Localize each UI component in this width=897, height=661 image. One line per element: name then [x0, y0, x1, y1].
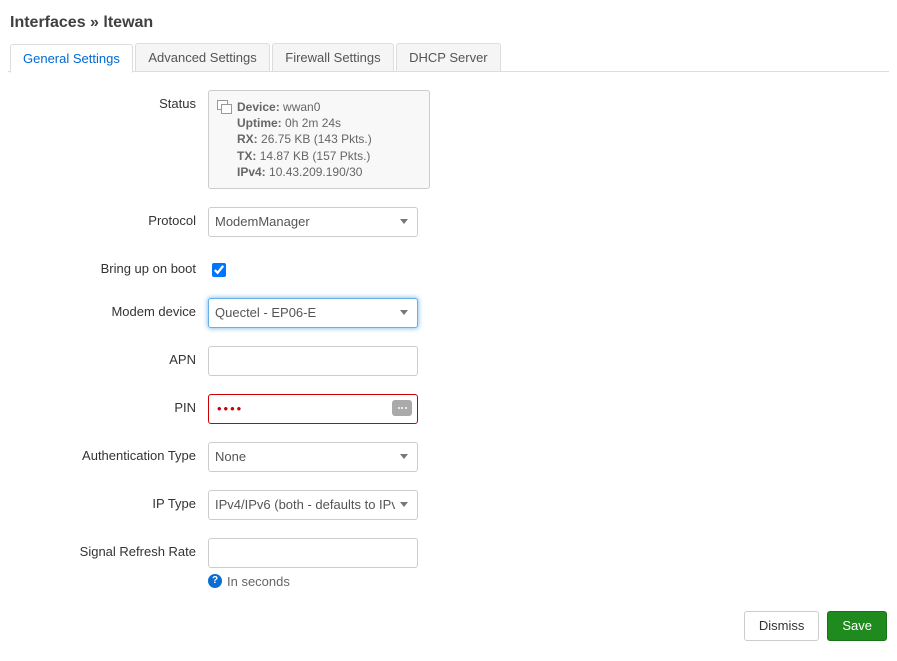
- label-ip-type: IP Type: [8, 490, 208, 511]
- ip-type-select[interactable]: IPv4/IPv6 (both - defaults to IPv4): [208, 490, 418, 520]
- tab-firewall-settings[interactable]: Firewall Settings: [272, 43, 393, 71]
- status-device-label: Device:: [237, 100, 280, 114]
- modem-device-select[interactable]: Quectel - EP06-E: [208, 298, 418, 328]
- page-title: Interfaces » ltewan: [10, 14, 889, 32]
- status-box: Device: wwan0 Uptime: 0h 2m 24s RX: 26.7…: [208, 90, 430, 189]
- label-status: Status: [8, 90, 208, 111]
- status-rx-label: RX:: [237, 132, 258, 146]
- label-pin: PIN: [8, 394, 208, 415]
- status-rx-value: 26.75 KB (143 Pkts.): [261, 132, 372, 146]
- info-icon: ?: [208, 574, 222, 588]
- breadcrumb-sep: »: [86, 14, 104, 31]
- label-auth-type: Authentication Type: [8, 442, 208, 463]
- status-ipv4-label: IPv4:: [237, 165, 266, 179]
- label-modem-device: Modem device: [8, 298, 208, 319]
- tab-dhcp-server[interactable]: DHCP Server: [396, 43, 501, 71]
- pin-input[interactable]: [208, 394, 418, 424]
- status-tx-value: 14.87 KB (157 Pkts.): [260, 149, 371, 163]
- status-uptime-label: Uptime:: [237, 116, 282, 130]
- tabs-bar: General Settings Advanced Settings Firew…: [8, 42, 889, 72]
- protocol-select[interactable]: ModemManager: [208, 207, 418, 237]
- label-apn: APN: [8, 346, 208, 367]
- apn-input[interactable]: [208, 346, 418, 376]
- bring-up-checkbox[interactable]: [212, 263, 226, 277]
- signal-refresh-hint: ? In seconds: [208, 574, 628, 589]
- label-signal-refresh: Signal Refresh Rate: [8, 538, 208, 559]
- save-button[interactable]: Save: [827, 611, 887, 641]
- tab-general-settings[interactable]: General Settings: [10, 44, 133, 73]
- dismiss-button[interactable]: Dismiss: [744, 611, 820, 641]
- label-bring-up: Bring up on boot: [8, 255, 208, 276]
- status-ipv4-value: 10.43.209.190/30: [269, 165, 362, 179]
- auth-type-select[interactable]: None: [208, 442, 418, 472]
- breadcrumb-section: Interfaces: [10, 14, 86, 31]
- signal-refresh-hint-text: In seconds: [227, 574, 290, 589]
- status-device-value: wwan0: [283, 100, 320, 114]
- status-uptime-value: 0h 2m 24s: [285, 116, 341, 130]
- signal-refresh-input[interactable]: [208, 538, 418, 568]
- status-tx-label: TX:: [237, 149, 256, 163]
- network-device-icon: [217, 100, 231, 114]
- reveal-password-icon[interactable]: [392, 400, 412, 416]
- breadcrumb-name: ltewan: [103, 14, 153, 31]
- tab-advanced-settings[interactable]: Advanced Settings: [135, 43, 269, 71]
- label-protocol: Protocol: [8, 207, 208, 228]
